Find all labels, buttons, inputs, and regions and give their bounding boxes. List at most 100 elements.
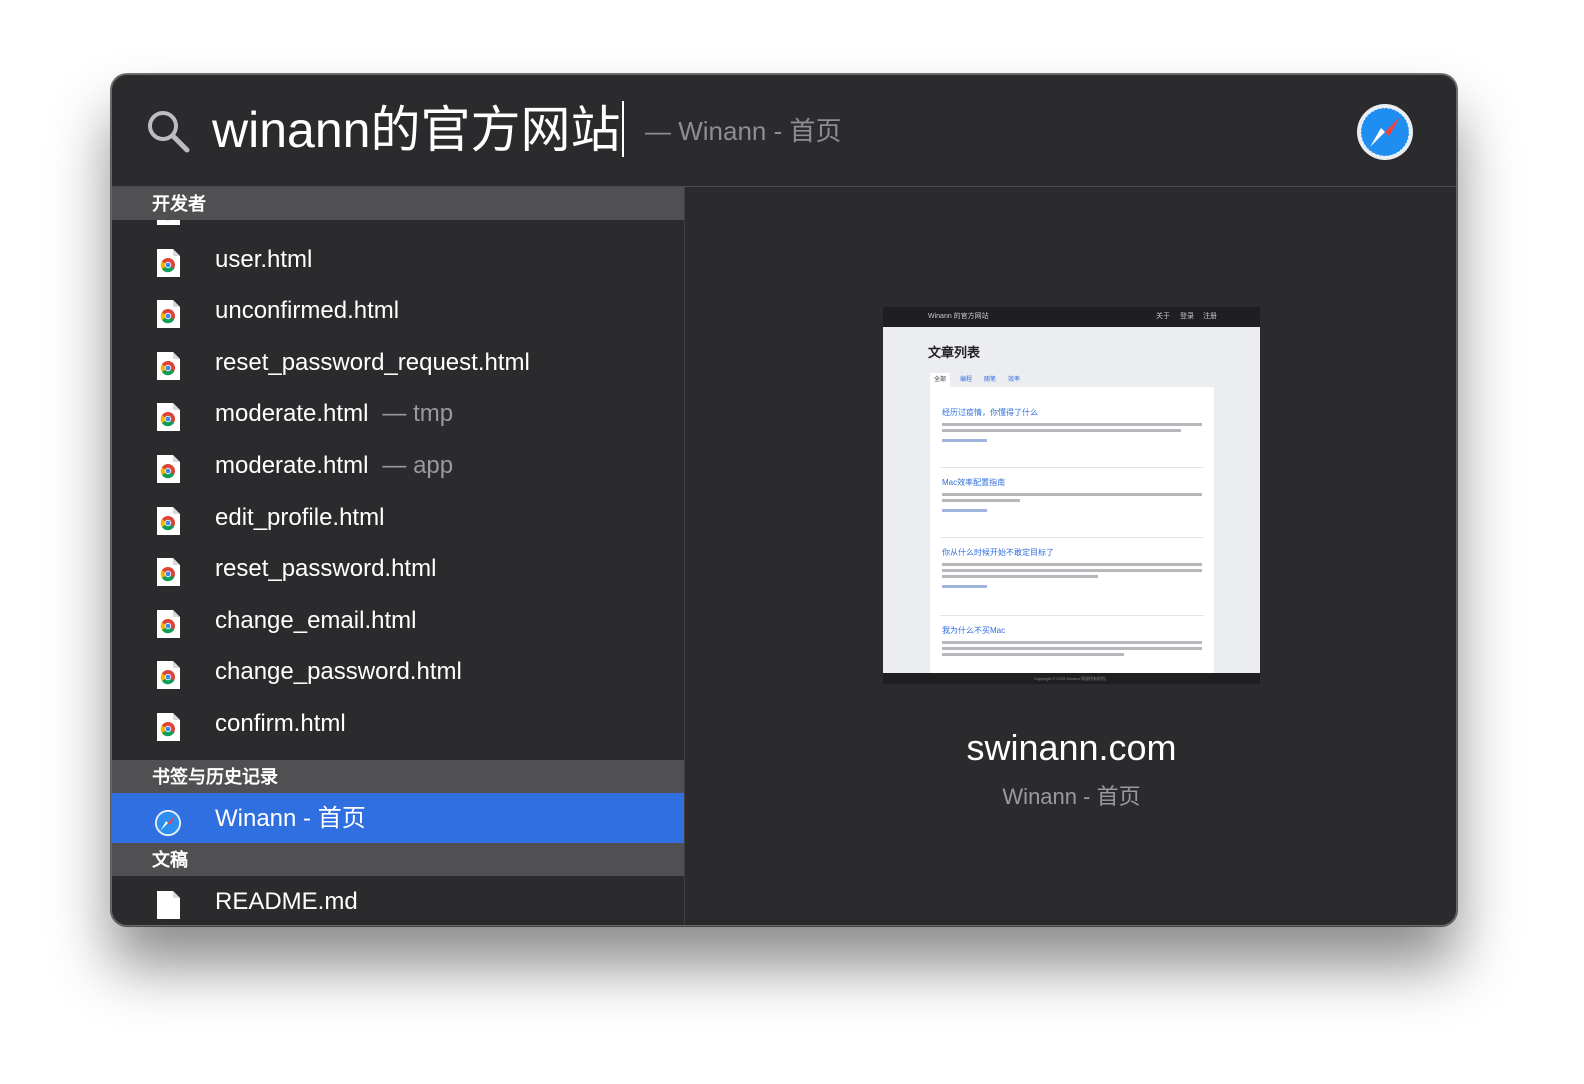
thumbnail-post: 你从什么时候开始不敢定目标了 [942,547,1202,588]
thumbnail-post-meta [942,585,987,588]
result-filename: user.html [215,245,313,273]
thumbnail-post-text [942,499,1020,502]
result-folder-detail: — app [382,452,454,479]
safari-icon [1357,104,1413,160]
thumbnail-post-text [942,653,1124,656]
thumbnail-brand: Winann 的官方网站 [928,313,989,320]
thumbnail-post: Mac效率配置指南 [942,477,1202,512]
result-row[interactable]: change_email.html [112,595,684,646]
thumbnail-divider [940,615,1204,616]
section-header-bookmarks: 书签与历史记录 [112,760,684,793]
result-row-label: user.html [215,234,312,285]
chrome-html-file-icon [154,451,182,483]
thumbnail-nav-about: 关于 [1156,313,1170,320]
thumbnail-post-text [942,575,1098,578]
thumbnail-post-title: Mac效率配置指南 [942,478,1006,487]
result-filename: reset_password_request.html [215,348,530,376]
result-row[interactable]: change_password.html [112,646,684,697]
thumbnail-tab: 效率 [1008,377,1021,383]
result-row-label: change_password.html [215,646,462,697]
result-row-label: confirm.html [215,698,346,749]
result-row[interactable]: reset_password.html [112,543,684,594]
thumbnail-post-text [942,429,1182,432]
result-row[interactable]: Winann - 首页 [112,793,684,844]
search-bar[interactable]: winann的官方网站 — Winann - 首页 [112,75,1456,187]
thumbnail-post-text [942,423,1202,426]
thumbnail-post-list: 经历过疫情，你懂得了什么 Mac效率配置指南 你从什么时候开始不敢定目标了 我为… [930,387,1214,679]
result-row[interactable]: moderate.html — tmp [112,388,684,439]
chrome-html-file-icon [154,503,182,535]
thumbnail-post-text [942,647,1202,650]
thumbnail-post-title: 我为什么不买Mac [942,626,1006,635]
search-input[interactable]: winann的官方网站 [212,99,625,161]
chrome-html-file-icon [154,709,182,741]
preview-subtitle: Winann - 首页 [1002,784,1141,809]
preview-title: swinann.com [966,727,1177,768]
thumbnail-tab: 全部 [930,373,951,387]
result-row-label: unconfirmed.html [215,285,399,336]
thumbnail-navbar: Winann 的官方网站 关于 登录 注册 [883,307,1260,327]
chrome-html-file-icon [154,554,182,587]
chrome-html-file-icon [154,348,182,380]
result-row[interactable]: moderate.html — app [112,440,684,491]
result-row[interactable]: user.html [112,234,684,285]
thumbnail-post: 经历过疫情，你懂得了什么 [942,407,1202,442]
result-filename: confirm.html [215,710,346,737]
search-icon [148,111,190,153]
result-filename: Winann - 首页 [215,805,366,832]
thumbnail-post-meta [942,509,987,512]
result-filename: change_password.html [215,658,462,686]
result-row-label: reset_password.html [215,543,436,594]
website-thumbnail: Winann 的官方网站 关于 登录 注册 文章列表 全部 编程 随笔 效率 经… [883,307,1260,684]
result-row-label: moderate.html — tmp [215,388,453,439]
thumbnail-divider [940,537,1204,538]
result-filename: README.md [215,888,358,915]
thumbnail-post-text [942,493,1202,496]
result-folder-detail: — tmp [382,400,454,428]
chrome-html-file-icon [154,296,182,329]
result-filename: change_email.html [215,606,417,634]
section-header-documents: 文稿 [112,843,684,876]
result-row[interactable]: reset_password_request.html [112,337,684,388]
result-filename: reset_password.html [215,555,437,583]
chrome-html-file-icon [154,245,182,277]
result-row[interactable]: confirm.html [112,698,684,749]
thumbnail-nav-register: 注册 [1203,313,1217,320]
thumbnail-nav-login: 登录 [1180,313,1194,320]
thumbnail-post-text [942,563,1202,566]
result-filename: moderate.html [215,400,369,428]
result-row-label: reset_password_request.html [215,337,530,388]
result-row-label: moderate.html — app [215,440,453,491]
result-filename: unconfirmed.html [215,297,400,325]
results-list[interactable]: 开发者 书签与历史记录 文稿 create_blog.htmluser.html… [112,187,685,925]
result-filename: edit_profile.html [215,503,385,531]
result-row[interactable]: edit_profile.html [112,492,684,543]
thumbnail-post: 我为什么不买Mac [942,625,1202,659]
thumbnail-heading: 文章列表 [928,345,981,360]
chrome-html-file-icon [154,399,182,432]
thumbnail-footer: Copyright © 2020 Winann 保留所有权利。 [883,673,1260,684]
section-header-developer: 开发者 [112,187,684,220]
result-filename: moderate.html [215,452,369,479]
preview-pane: Winann 的官方网站 关于 登录 注册 文章列表 全部 编程 随笔 效率 经… [685,187,1456,925]
result-row[interactable]: README.md [112,876,684,925]
spotlight-window: winann的官方网站 — Winann - 首页 开发者 书签与历史记录 文稿… [111,74,1457,926]
safari-icon [154,804,182,837]
text-caret [622,101,625,157]
thumbnail-post-text [942,569,1202,572]
result-row-label: change_email.html [215,595,416,646]
search-query-text: winann的官方网站 [212,102,621,158]
thumbnail-post-text [942,641,1202,644]
chrome-html-file-icon [154,657,182,690]
chrome-html-file-icon [154,606,182,638]
result-row[interactable]: unconfirmed.html [112,285,684,336]
thumbnail-divider [940,467,1204,468]
thumbnail-post-title: 你从什么时候开始不敢定目标了 [942,548,1054,557]
thumbnail-tab: 编程 [960,377,973,383]
result-row-label: edit_profile.html [215,492,384,543]
result-row-label: README.md [215,876,358,925]
thumbnail-post-meta [942,439,987,442]
document-file-icon [154,887,182,919]
thumbnail-tab: 随笔 [984,377,997,383]
thumbnail-post-title: 经历过疫情，你懂得了什么 [942,408,1038,417]
